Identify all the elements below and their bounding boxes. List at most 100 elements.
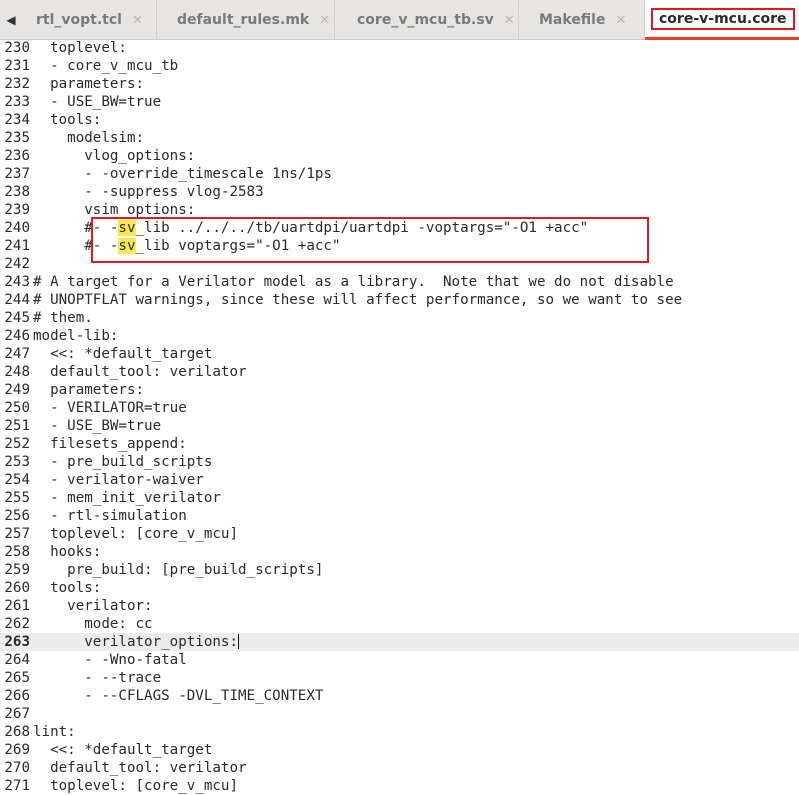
code-line[interactable]: 264 - -Wno-fatal [0,651,799,669]
code-line[interactable]: 239 vsim_options: [0,201,799,219]
code-line[interactable]: 250 - VERILATOR=true [0,399,799,417]
code-line[interactable]: 247 <<: *default_target [0,345,799,363]
line-number: 240 [4,220,30,236]
line-number: 230 [4,40,30,56]
line-number: 235 [4,130,30,146]
code-line[interactable]: 254 - verilator-waiver [0,471,799,489]
tab-rtl-vopt-tcl[interactable]: rtl_vopt.tcl ✕ [22,0,157,40]
line-number: 232 [4,76,30,92]
line-number: 270 [4,760,30,776]
code-line[interactable]: 232 parameters: [0,75,799,93]
code-line[interactable]: 265 - --trace [0,669,799,687]
line-text: - -Wno-fatal [33,652,187,668]
line-number: 234 [4,112,30,128]
code-line[interactable]: 253 - pre_build_scripts [0,453,799,471]
triangle-left-icon: ◀ [6,13,16,27]
line-text: filesets_append: [33,436,187,452]
line-number: 242 [4,256,30,272]
code-line[interactable]: 260 tools: [0,579,799,597]
code-line[interactable]: 268 lint: [0,723,799,741]
code-line[interactable]: 271 toplevel: [core_v_mcu] [0,777,799,795]
line-number: 248 [4,364,30,380]
code-line[interactable]: 258 hooks: [0,543,799,561]
code-line[interactable]: 246 model-lib: [0,327,799,345]
line-number: 253 [4,454,30,470]
tab-scroll-left-button[interactable]: ◀ [0,0,22,40]
close-x-icon[interactable]: ✕ [132,13,143,28]
code-line[interactable]: 266 - --CFLAGS -DVL_TIME_CONTEXT [0,687,799,705]
line-number: 252 [4,436,30,452]
tab-label-active: core-v-mcu.core [651,7,795,30]
line-text: - VERILATOR=true [33,400,187,416]
line-text: - rtl-simulation [33,508,187,524]
close-x-icon[interactable]: ✕ [615,13,626,28]
code-line[interactable]: 245 # them. [0,309,799,327]
line-number: 247 [4,346,30,362]
code-line[interactable]: 233 - USE_BW=true [0,93,799,111]
line-text: modelsim: [33,130,145,146]
code-line[interactable]: 249 parameters: [0,381,799,399]
tab-makefile[interactable]: Makefile ✕ [519,0,645,40]
code-line[interactable]: 251 - USE_BW=true [0,417,799,435]
code-line[interactable]: 259 pre_build: [pre_build_scripts] [0,561,799,579]
line-text: - -suppress vlog-2583 [33,184,264,200]
line-text: # them. [33,310,93,326]
line-text: - verilator-waiver [33,472,204,488]
search-match-highlight: sv [118,220,136,236]
line-number: 254 [4,472,30,488]
line-number: 231 [4,58,30,74]
code-line[interactable]: 242 [0,255,799,273]
line-number: 246 [4,328,30,344]
line-text: #- -sv_lib ../../../tb/uartdpi/uartdpi -… [33,220,589,236]
line-number: 266 [4,688,30,704]
code-line[interactable]: 235 modelsim: [0,129,799,147]
line-number: 251 [4,418,30,434]
code-line[interactable]: 238 - -suppress vlog-2583 [0,183,799,201]
line-number: 257 [4,526,30,542]
code-line[interactable]: 261 verilator: [0,597,799,615]
line-number: 261 [4,598,30,614]
line-number: 239 [4,202,30,218]
line-text: toplevel: [core_v_mcu] [33,778,238,794]
line-text: verilator_options: [33,634,239,650]
line-number: 269 [4,742,30,758]
code-line[interactable]: 252 filesets_append: [0,435,799,453]
code-line[interactable]: 267 [0,705,799,723]
tab-core-v-mcu-tb-sv[interactable]: core_v_mcu_tb.sv ✕ [335,0,519,40]
code-line[interactable]: 269 <<: *default_target [0,741,799,759]
code-line[interactable]: 230 toplevel: [0,39,799,57]
code-editor[interactable]: 230 toplevel: 231 - core_v_mcu_tb 232 para… [0,39,799,794]
code-line[interactable]: 244 # UNOPTFLAT warnings, since these wil… [0,291,799,309]
code-line[interactable]: 236 vlog_options: [0,147,799,165]
tab-core-v-mcu-core[interactable]: core-v-mcu.core [645,0,799,40]
line-number: 264 [4,652,30,668]
line-text: mode: cc [33,616,153,632]
code-line[interactable]: 231 - core_v_mcu_tb [0,57,799,75]
tab-default-rules-mk[interactable]: default_rules.mk ✕ [157,0,335,40]
code-line[interactable]: 237 - -override_timescale 1ns/1ps [0,165,799,183]
code-line[interactable]: 241 #- -sv_lib voptargs="-O1 +acc" [0,237,799,255]
code-line[interactable]: 234 tools: [0,111,799,129]
line-number: 271 [4,778,30,794]
code-line[interactable]: 255 - mem_init_verilator [0,489,799,507]
tab-label: rtl_vopt.tcl [36,12,122,28]
tab-label: Makefile [539,12,606,28]
line-text: - USE_BW=true [33,418,162,434]
code-line[interactable]: 257 toplevel: [core_v_mcu] [0,525,799,543]
close-x-icon[interactable]: ✕ [504,13,515,28]
line-number: 255 [4,490,30,506]
code-line[interactable]: 263 verilator_options: [0,633,799,651]
line-text: # A target for a Verilator model as a li… [33,274,674,290]
code-line[interactable]: 256 - rtl-simulation [0,507,799,525]
line-text: lint: [33,724,76,740]
line-text: toplevel: [33,40,127,56]
close-x-icon[interactable]: ✕ [319,13,330,28]
line-text: tools: [33,112,102,128]
code-line[interactable]: 270 default_tool: verilator [0,759,799,777]
code-line[interactable]: 243 # A target for a Verilator model as a… [0,273,799,291]
code-line[interactable]: 262 mode: cc [0,615,799,633]
line-text: vlog_options: [33,148,196,164]
code-line[interactable]: 248 default_tool: verilator [0,363,799,381]
line-text: # UNOPTFLAT warnings, since these will a… [33,292,683,308]
code-line[interactable]: 240 #- -sv_lib ../../../tb/uartdpi/uartd… [0,219,799,237]
